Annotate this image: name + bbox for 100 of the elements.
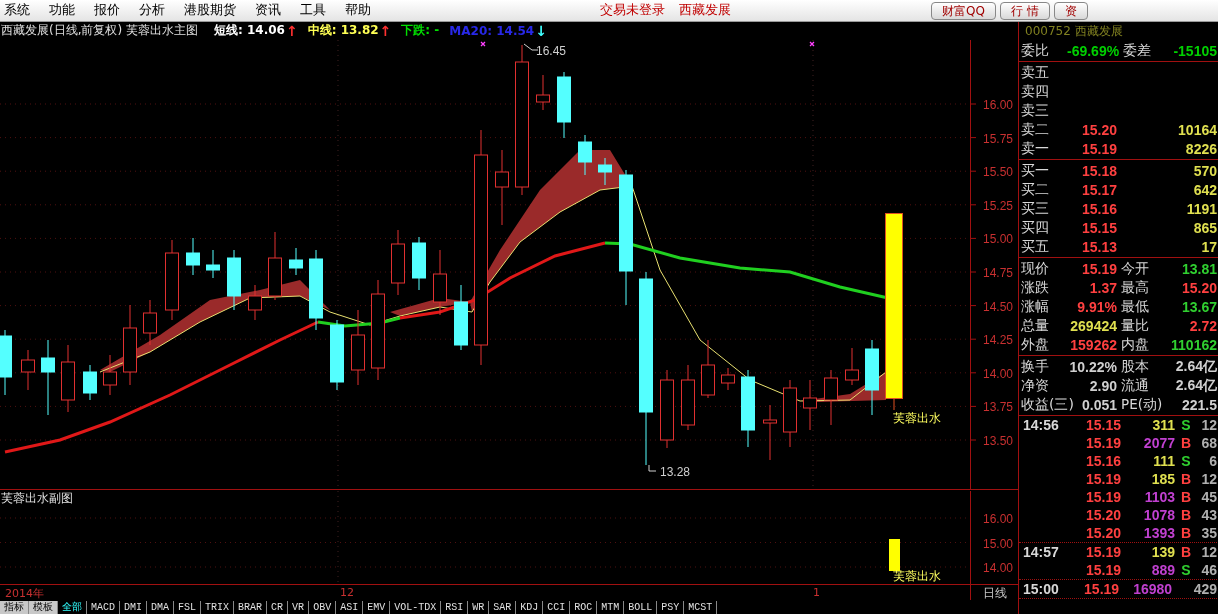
indicator-tab[interactable]: MACD <box>87 601 120 614</box>
order-label: 卖一 <box>1020 139 1050 158</box>
candlestick <box>227 249 241 311</box>
status-text: 交易未登录 <box>600 2 665 19</box>
cross-marker-icon <box>480 41 486 47</box>
field-label: 收益(三) <box>1020 395 1074 414</box>
indicator-tab[interactable]: DMI <box>120 601 148 614</box>
trade-side: S <box>1180 562 1192 578</box>
indicator-tab[interactable]: PSY <box>657 601 685 614</box>
menu-item[interactable]: 系统 <box>4 2 30 19</box>
trade-side: S <box>1180 417 1192 433</box>
order-price: 15.15 <box>1080 219 1117 236</box>
indicator-tab[interactable]: BRAR <box>234 601 268 614</box>
axis-label: 15.50 <box>982 165 1013 180</box>
indicator-tab[interactable]: 指标 <box>0 601 29 614</box>
tick-volume: 139 <box>1150 544 1175 560</box>
indicator-tab[interactable]: FSL <box>174 601 202 614</box>
indicator-tab[interactable]: EMV <box>363 601 391 614</box>
indicator-tab[interactable]: 全部 <box>58 601 87 614</box>
field-label: 最高 <box>1120 278 1150 297</box>
indicator-tab[interactable]: VOL-TDX <box>390 601 442 614</box>
tick-count: 12 <box>1200 471 1218 487</box>
stock-title: 000752 西藏发展 <box>1024 23 1124 40</box>
indicator-tab[interactable]: ASI <box>336 601 364 614</box>
trade-side: B <box>1179 544 1193 560</box>
menu-item[interactable]: 资讯 <box>255 2 281 19</box>
field-label: 总量 <box>1020 316 1050 335</box>
axis-label: 16.00 <box>982 512 1013 527</box>
indicator-tab[interactable]: KDJ <box>516 601 544 614</box>
order-volume: 10164 <box>1177 121 1218 138</box>
cross-marker-icon <box>809 41 815 47</box>
tick-count: 45 <box>1200 489 1218 505</box>
axis-label: 14.25 <box>982 333 1013 348</box>
indicator-tab[interactable]: VR <box>288 601 310 614</box>
toolbar-button[interactable]: 行 情 <box>999 1 1050 20</box>
indicator-tab[interactable]: SAR <box>489 601 517 614</box>
candlestick <box>268 231 282 301</box>
candlestick <box>21 349 35 391</box>
indicator-tab[interactable]: TRIX <box>201 601 235 614</box>
tick-volume: 1393 <box>1142 525 1175 541</box>
tick-volume: 889 <box>1150 562 1175 578</box>
indicator-tab[interactable]: ROC <box>570 601 598 614</box>
toolbar-button[interactable]: 资 <box>1053 1 1088 20</box>
order-price: 15.17 <box>1080 181 1117 198</box>
indicator-tab[interactable]: CCI <box>543 601 571 614</box>
field-value: 10.22% <box>1068 358 1117 375</box>
tick-price: 15.19 <box>1084 562 1121 578</box>
tick-count: 35 <box>1200 525 1218 541</box>
indicator-tab[interactable]: MTM <box>597 601 625 614</box>
menu-item[interactable]: 分析 <box>139 2 165 19</box>
candlestick <box>433 249 447 316</box>
candlestick <box>845 347 859 386</box>
tick-volume: 311 <box>1151 417 1175 433</box>
candlestick <box>598 157 612 186</box>
axis-label: 14.50 <box>982 299 1013 314</box>
candlestick <box>721 367 735 391</box>
tick-time: 14:56 <box>1022 417 1060 433</box>
indicator-tab[interactable]: RSI <box>441 601 469 614</box>
order-price: 15.16 <box>1080 200 1117 217</box>
menu-item[interactable]: 功能 <box>49 2 75 19</box>
candlestick <box>454 284 468 351</box>
candlestick <box>412 236 426 291</box>
axis-label: 15.75 <box>982 131 1013 146</box>
candlestick <box>783 379 797 448</box>
tick-volume: 1103 <box>1143 489 1175 505</box>
indicator-tab[interactable]: WR <box>468 601 490 614</box>
legend-value: 下跌: - <box>401 22 440 40</box>
trade-side: B <box>1179 507 1193 523</box>
candlestick <box>103 354 117 396</box>
indicator-tab[interactable]: 模板 <box>29 601 58 614</box>
axis-label: 14.75 <box>982 265 1013 280</box>
order-label: 卖四 <box>1020 82 1050 101</box>
field-value: 2.64亿 <box>1174 376 1218 395</box>
indicator-tab[interactable]: BOLL <box>624 601 658 614</box>
axis-label: 2014年 <box>5 586 44 602</box>
tick-price: 15.19 <box>1083 581 1120 597</box>
indicator-tab[interactable]: OBV <box>309 601 337 614</box>
candlestick <box>289 247 303 276</box>
price-annotation: 16.45 <box>536 43 567 58</box>
order-volume: 8226 <box>1184 140 1218 157</box>
field-value: -15105 <box>1172 42 1218 59</box>
trade-side: S <box>1180 453 1192 469</box>
tick-time: 15:00 <box>1022 581 1060 597</box>
tick-volume: 16980 <box>1132 581 1173 597</box>
menu-item[interactable]: 港股期货 <box>184 2 236 19</box>
menu-item[interactable]: 帮助 <box>345 2 371 19</box>
tick-count: 68 <box>1200 435 1218 451</box>
toolbar-button[interactable]: 财富QQ <box>931 1 996 20</box>
indicator-tab[interactable]: MCST <box>684 601 718 614</box>
tick-price: 15.19 <box>1084 489 1121 505</box>
menu-item[interactable]: 报价 <box>94 2 120 19</box>
field-label: 委比 <box>1020 41 1050 60</box>
order-price: 15.19 <box>1080 140 1117 157</box>
tick-time: 14:57 <box>1022 544 1060 560</box>
indicator-tab[interactable]: DMA <box>147 601 175 614</box>
field-label: 委差 <box>1122 41 1153 60</box>
signal-label: 芙蓉出水 <box>893 410 941 425</box>
menu-item[interactable]: 工具 <box>300 2 326 19</box>
axis-label: 15.25 <box>982 198 1013 213</box>
indicator-tab[interactable]: CR <box>267 601 289 614</box>
